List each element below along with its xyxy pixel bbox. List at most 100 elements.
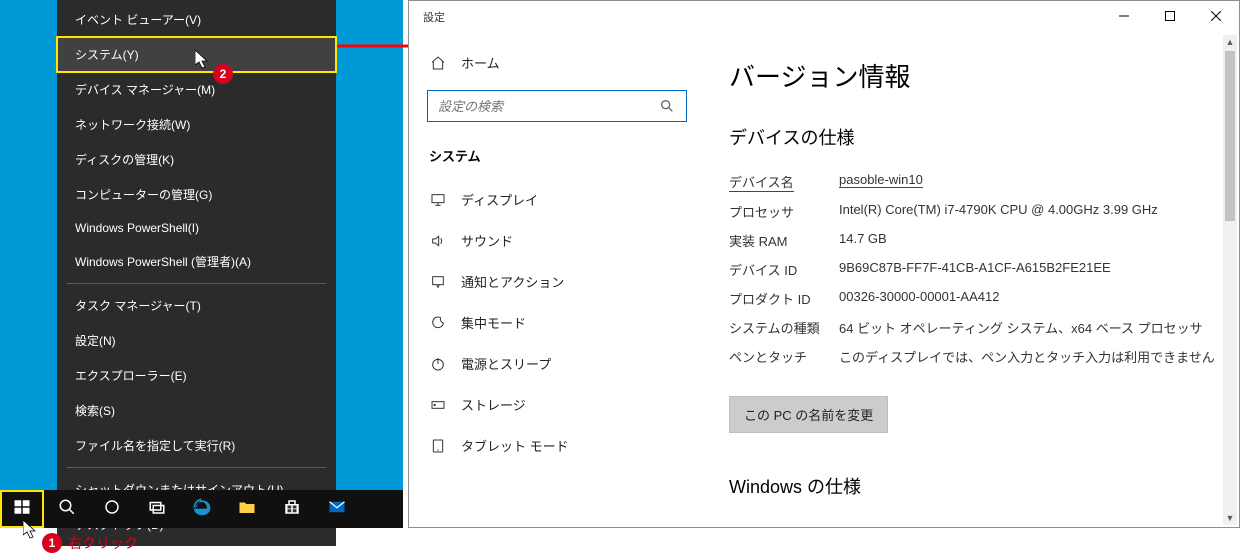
ctx-item-computer-management[interactable]: コンピューターの管理(G) <box>57 177 336 212</box>
taskbar-edge-button[interactable] <box>179 490 224 528</box>
focus-icon <box>429 314 447 332</box>
ctx-item-event-viewer[interactable]: イベント ビューアー(V) <box>57 2 336 37</box>
settings-search-field[interactable] <box>438 99 658 114</box>
ctx-item-search[interactable]: 検索(S) <box>57 393 336 428</box>
ctx-item-task-manager[interactable]: タスク マネージャー(T) <box>57 288 336 323</box>
taskbar-explorer-button[interactable] <box>224 490 269 528</box>
taskbar <box>0 490 403 528</box>
settings-window: 設定 ホーム <box>408 0 1240 528</box>
scroll-down-icon[interactable]: ▼ <box>1223 511 1237 525</box>
close-icon <box>1211 10 1221 24</box>
maximize-icon <box>1165 10 1175 24</box>
scrollbar-thumb[interactable] <box>1225 51 1235 221</box>
mail-icon <box>328 498 346 521</box>
settings-titlebar: 設定 <box>409 1 1239 33</box>
settings-search-input[interactable] <box>427 90 687 122</box>
rename-pc-button[interactable]: この PC の名前を変更 <box>729 396 888 433</box>
settings-sidebar: ホーム システム ディスプレイ サウンド 通知とアクション <box>409 33 709 527</box>
sidebar-item-display[interactable]: ディスプレイ <box>421 179 703 220</box>
storage-icon <box>429 396 447 414</box>
ctx-item-explorer[interactable]: エクスプローラー(E) <box>57 358 336 393</box>
store-icon <box>283 498 301 521</box>
taskbar-store-button[interactable] <box>269 490 314 528</box>
search-icon <box>658 97 676 115</box>
cortana-icon <box>103 498 121 521</box>
search-icon <box>58 498 76 521</box>
ctx-separator <box>67 283 326 284</box>
spec-label: プロセッサ <box>729 202 839 221</box>
ctx-item-run[interactable]: ファイル名を指定して実行(R) <box>57 428 336 463</box>
spec-label: システムの種類 <box>729 318 839 337</box>
spec-row-device-name: デバイス名 pasoble-win10 <box>729 172 1219 192</box>
winx-context-menu: イベント ビューアー(V) システム(Y) デバイス マネージャー(M) ネット… <box>57 0 336 546</box>
spec-row-ram: 実装 RAM 14.7 GB <box>729 231 1219 250</box>
sidebar-item-label: ストレージ <box>461 395 526 414</box>
folder-icon <box>238 498 256 521</box>
spec-label: デバイス ID <box>729 260 839 279</box>
spec-row-system-type: システムの種類 64 ビット オペレーティング システム、x64 ベース プロセ… <box>729 318 1219 337</box>
start-button[interactable] <box>0 490 44 528</box>
ctx-item-disk-management[interactable]: ディスクの管理(K) <box>57 142 336 177</box>
page-title: バージョン情報 <box>729 57 1219 94</box>
edge-icon <box>192 497 212 522</box>
window-minimize-button[interactable] <box>1101 1 1147 33</box>
taskbar-taskview-button[interactable] <box>134 490 179 528</box>
sidebar-item-tablet-mode[interactable]: タブレット モード <box>421 425 703 466</box>
settings-content: バージョン情報 デバイスの仕様 デバイス名 pasoble-win10 プロセッ… <box>709 33 1239 527</box>
sidebar-home-label: ホーム <box>461 53 500 72</box>
spec-value: pasoble-win10 <box>839 172 923 188</box>
sidebar-item-sound[interactable]: サウンド <box>421 220 703 261</box>
spec-row-product-id: プロダクト ID 00326-30000-00001-AA412 <box>729 289 1219 308</box>
spec-value: 9B69C87B-FF7F-41CB-A1CF-A615B2FE21EE <box>839 260 1219 279</box>
windows-logo-icon <box>13 498 31 521</box>
minimize-icon <box>1119 10 1129 24</box>
sidebar-home-button[interactable]: ホーム <box>421 43 703 86</box>
display-icon <box>429 191 447 209</box>
sidebar-item-focus-assist[interactable]: 集中モード <box>421 302 703 343</box>
spec-label: 実装 RAM <box>729 231 839 250</box>
spec-row-processor: プロセッサ Intel(R) Core(TM) i7-4790K CPU @ 4… <box>729 202 1219 221</box>
taskbar-mail-button[interactable] <box>314 490 359 528</box>
ctx-item-settings[interactable]: 設定(N) <box>57 323 336 358</box>
tablet-icon <box>429 437 447 455</box>
ctx-item-system[interactable]: システム(Y) <box>57 37 336 72</box>
sidebar-item-label: タブレット モード <box>461 436 569 455</box>
ctx-item-powershell-admin[interactable]: Windows PowerShell (管理者)(A) <box>57 244 336 279</box>
spec-label: デバイス名 <box>729 172 794 192</box>
sidebar-item-label: 電源とスリープ <box>461 354 551 373</box>
sidebar-item-label: 通知とアクション <box>461 272 564 291</box>
spec-label: プロダクト ID <box>729 289 839 308</box>
spec-label: ペンとタッチ <box>729 347 839 366</box>
scroll-up-icon[interactable]: ▲ <box>1223 35 1237 49</box>
sidebar-section-heading: システム <box>421 138 703 179</box>
window-maximize-button[interactable] <box>1147 1 1193 33</box>
ctx-item-powershell[interactable]: Windows PowerShell(I) <box>57 212 336 244</box>
power-icon <box>429 355 447 373</box>
spec-row-pen-touch: ペンとタッチ このディスプレイでは、ペン入力とタッチ入力は利用できません <box>729 347 1219 366</box>
spec-value: このディスプレイでは、ペン入力とタッチ入力は利用できません <box>839 347 1219 366</box>
sidebar-item-storage[interactable]: ストレージ <box>421 384 703 425</box>
sidebar-item-power-sleep[interactable]: 電源とスリープ <box>421 343 703 384</box>
device-spec-heading: デバイスの仕様 <box>729 124 1219 150</box>
sidebar-item-label: 集中モード <box>461 313 526 332</box>
ctx-item-device-manager[interactable]: デバイス マネージャー(M) <box>57 72 336 107</box>
taskbar-cortana-button[interactable] <box>89 490 134 528</box>
spec-value: 00326-30000-00001-AA412 <box>839 289 1219 308</box>
spec-value: Intel(R) Core(TM) i7-4790K CPU @ 4.00GHz… <box>839 202 1219 221</box>
spec-value: 14.7 GB <box>839 231 1219 250</box>
taskview-icon <box>148 498 166 521</box>
ctx-item-network-connections[interactable]: ネットワーク接続(W) <box>57 107 336 142</box>
window-close-button[interactable] <box>1193 1 1239 33</box>
sound-icon <box>429 232 447 250</box>
window-controls <box>1101 1 1239 33</box>
windows-spec-heading: Windows の仕様 <box>729 473 1219 499</box>
content-scrollbar[interactable]: ▲ ▼ <box>1223 35 1237 525</box>
sidebar-item-notifications[interactable]: 通知とアクション <box>421 261 703 302</box>
taskbar-search-button[interactable] <box>44 490 89 528</box>
spec-value: 64 ビット オペレーティング システム、x64 ベース プロセッサ <box>839 318 1219 337</box>
ctx-separator <box>67 467 326 468</box>
home-icon <box>429 54 447 72</box>
settings-window-title: 設定 <box>409 9 1101 25</box>
spec-row-device-id: デバイス ID 9B69C87B-FF7F-41CB-A1CF-A615B2FE… <box>729 260 1219 279</box>
notification-icon <box>429 273 447 291</box>
